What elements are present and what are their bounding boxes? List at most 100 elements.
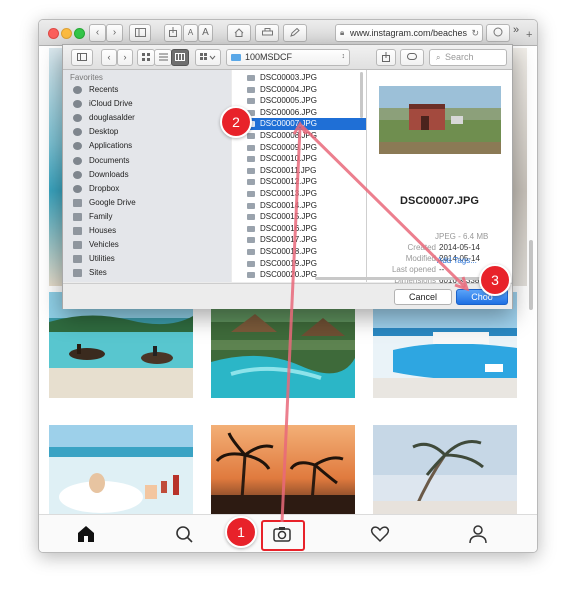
share-button[interactable] <box>376 49 396 66</box>
camera-icon[interactable] <box>271 523 293 545</box>
folder-dropdown[interactable]: 100MSDCF ↕ <box>226 49 350 66</box>
file-row[interactable]: DSC00015.JPG <box>232 211 366 223</box>
photo-tile[interactable] <box>513 48 527 286</box>
file-row[interactable]: DSC00017.JPG <box>232 234 366 246</box>
forward-button[interactable]: › <box>117 49 133 66</box>
sidebar-item-label: iCloud Drive <box>89 99 133 109</box>
column-view-button[interactable] <box>171 49 189 66</box>
sidebar-item[interactable]: Dropbox <box>71 182 226 196</box>
file-row[interactable]: DSC00007.JPG <box>232 118 366 130</box>
image-file-icon <box>247 144 255 151</box>
dialog-toolbar: ‹ › 100MSDCF ↕ ⌕ Search <box>63 45 512 70</box>
file-name: DSC00006.JPG <box>260 107 317 117</box>
sidebar-item[interactable]: Downloads <box>71 168 226 182</box>
home-button[interactable] <box>227 24 251 42</box>
sidebar-item[interactable]: Applications <box>71 139 226 153</box>
minimize-window-button[interactable] <box>61 28 72 39</box>
file-name: DSC00020.JPG <box>260 270 317 280</box>
file-row[interactable]: DSC00006.JPG <box>232 107 366 119</box>
file-name: DSC00014.JPG <box>260 200 317 210</box>
sidebar-icon <box>77 53 87 61</box>
image-file-icon <box>247 179 255 186</box>
download-progress-icon <box>493 27 503 37</box>
page-scrollbar[interactable] <box>529 240 533 310</box>
back-button[interactable]: ‹ <box>101 49 117 66</box>
zoom-window-button[interactable] <box>74 28 85 39</box>
file-row[interactable]: DSC00016.JPG <box>232 223 366 235</box>
horizontal-scrollbar[interactable] <box>315 277 501 280</box>
sidebar-item[interactable]: Recents <box>71 83 226 97</box>
file-open-dialog: ‹ › 100MSDCF ↕ ⌕ Search Favorites Recent… <box>62 44 513 309</box>
photo-tile[interactable] <box>211 425 355 514</box>
file-row[interactable]: DSC00005.JPG <box>232 95 366 107</box>
text-larger-button[interactable]: A <box>198 24 213 42</box>
file-row[interactable]: DSC00011.JPG <box>232 165 366 177</box>
tag-icon <box>407 53 417 60</box>
sidebar-toggle-button[interactable] <box>71 49 93 66</box>
image-file-icon <box>247 237 255 244</box>
reload-icon[interactable]: ↻ <box>471 25 479 41</box>
file-row[interactable]: DSC00014.JPG <box>232 200 366 212</box>
file-row[interactable]: DSC00012.JPG <box>232 176 366 188</box>
image-file-icon <box>247 225 255 232</box>
address-bar[interactable]: 🔒︎ www.instagram.com/beaches ↻ <box>335 24 483 42</box>
folder-icon <box>73 269 82 278</box>
browser-toolbar: ‹ › A A 🔒︎ www.instagram.com/beaches ↻ »… <box>39 20 537 46</box>
icon-view-button[interactable] <box>137 49 155 66</box>
image-file-icon <box>247 272 255 279</box>
file-row[interactable]: DSC00008.JPG <box>232 130 366 142</box>
file-row[interactable]: DSC00009.JPG <box>232 142 366 154</box>
arrange-icon <box>200 53 216 60</box>
sidebar-toggle-button[interactable] <box>129 24 151 42</box>
file-row[interactable]: DSC00019.JPG <box>232 258 366 270</box>
downloads-button[interactable] <box>486 24 510 42</box>
new-tab-button[interactable]: + <box>526 29 537 43</box>
cancel-button[interactable]: Cancel <box>394 289 452 305</box>
sidebar-item[interactable]: iCloud Drive <box>71 97 226 111</box>
folder-name: 100MSDCF <box>245 52 293 62</box>
file-row[interactable]: DSC00013.JPG <box>232 188 366 200</box>
file-row[interactable]: DSC00018.JPG <box>232 246 366 258</box>
text-smaller-button[interactable]: A <box>183 24 198 42</box>
chevron-updown-icon: ↕ <box>341 53 346 60</box>
file-row[interactable]: DSC00010.JPG <box>232 153 366 165</box>
sidebar-item[interactable]: Desktop <box>71 125 226 139</box>
forward-button[interactable]: › <box>106 24 123 42</box>
back-button[interactable]: ‹ <box>89 24 106 42</box>
sidebar-item-label: Google Drive <box>89 197 136 207</box>
share-button[interactable] <box>164 24 182 42</box>
sidebar-item[interactable]: Vehicles <box>71 238 226 252</box>
home-icon[interactable] <box>75 523 97 545</box>
tag-button[interactable] <box>400 49 424 66</box>
sidebar-item[interactable]: Family <box>71 210 226 224</box>
sidebar-item[interactable]: Google Drive <box>71 196 226 210</box>
arrange-button[interactable] <box>195 49 221 66</box>
column-scrollbar[interactable] <box>360 72 363 118</box>
search-icon[interactable] <box>173 523 195 545</box>
sidebar-item-label: Dropbox <box>89 183 120 193</box>
file-row[interactable]: DSC00004.JPG <box>232 84 366 96</box>
search-input[interactable]: ⌕ Search <box>429 49 507 66</box>
photo-tile[interactable] <box>373 425 517 514</box>
grid-icon <box>142 53 150 61</box>
list-view-button[interactable] <box>154 49 172 66</box>
heart-icon[interactable] <box>369 523 391 545</box>
list-icon <box>158 53 168 61</box>
close-window-button[interactable] <box>48 28 59 39</box>
sidebar-item-label: Desktop <box>89 127 119 137</box>
file-row[interactable]: DSC00003.JPG <box>232 72 366 84</box>
profile-icon[interactable] <box>467 523 489 545</box>
preview-filename: DSC00007.JPG <box>400 195 479 207</box>
sidebar-item[interactable]: Utilities <box>71 252 226 266</box>
overflow-chevron[interactable]: » <box>513 24 519 36</box>
sidebar-item[interactable]: Documents <box>71 154 226 168</box>
sidebar-item[interactable]: douglasalder <box>71 111 226 125</box>
sidebar-item[interactable]: Houses <box>71 224 226 238</box>
add-tags-link[interactable]: Add Tags... <box>437 256 477 265</box>
photo-tile[interactable] <box>49 425 193 514</box>
sidebar-item[interactable]: Sites <box>71 266 226 280</box>
preview-thumbnail <box>379 86 501 154</box>
dropbox-icon <box>73 184 82 193</box>
edit-button[interactable] <box>283 24 307 42</box>
print-button[interactable] <box>255 24 279 42</box>
